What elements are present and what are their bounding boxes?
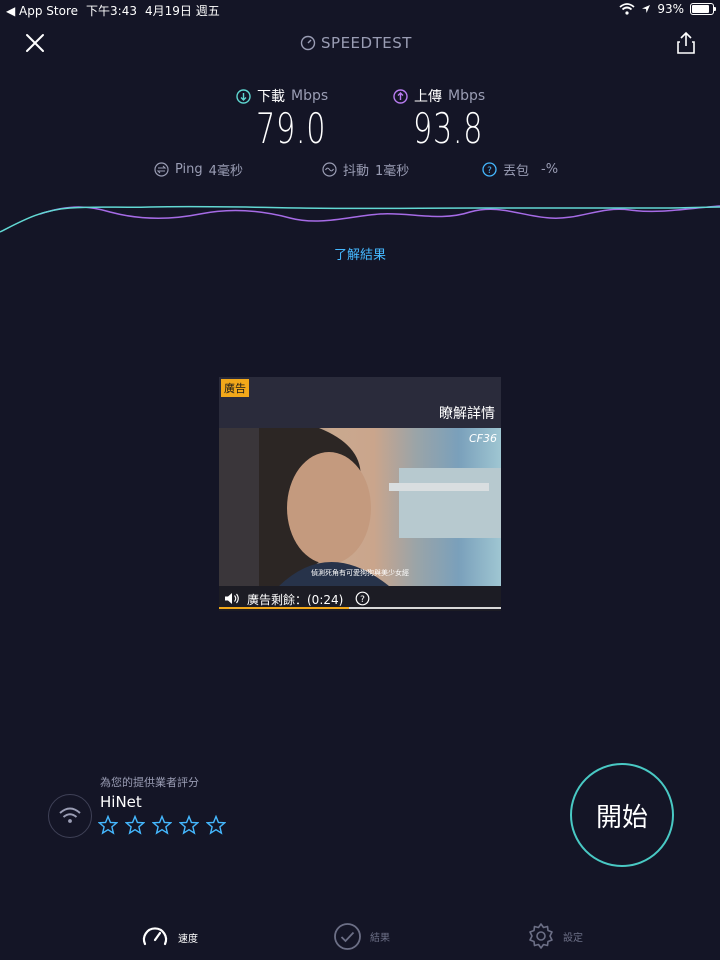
status-date: 4月19日 週五	[144, 4, 220, 18]
upload-unit: Mbps	[448, 88, 486, 104]
download-unit: Mbps	[291, 88, 329, 104]
tab-settings-label: 設定	[563, 932, 583, 944]
status-time: 下午3:43	[86, 4, 137, 18]
battery-icon	[690, 3, 716, 15]
learn-results-link[interactable]: 了解結果	[0, 244, 720, 263]
tab-settings[interactable]: 設定	[527, 922, 583, 950]
ad-brand-logo: CF36	[468, 432, 497, 445]
speed-graph	[0, 205, 720, 233]
share-icon[interactable]	[674, 30, 698, 56]
star-icon[interactable]	[98, 815, 118, 835]
ad-subtitle: 偵測死角有可愛狗狗與美少女經	[311, 569, 409, 577]
ping-label: Ping	[175, 162, 203, 177]
speedtest-logo-icon	[300, 35, 316, 51]
speed-gauge-icon	[142, 927, 168, 946]
ad-badge: 廣告	[221, 379, 249, 397]
volume-icon[interactable]	[224, 592, 240, 605]
upload-label: 上傳	[414, 89, 442, 105]
app-title: SPEEDTEST	[300, 34, 420, 52]
jitter-value: 1毫秒	[375, 164, 410, 179]
download-label: 下載	[257, 89, 285, 105]
location-arrow-icon	[642, 5, 651, 13]
jitter-label: 抖動	[343, 164, 370, 179]
check-circle-icon	[334, 923, 361, 950]
ad-video-person-image	[219, 428, 501, 586]
upload-value: 93.8	[413, 104, 484, 153]
help-icon[interactable]: ?	[482, 162, 497, 177]
ad-learn-more-button[interactable]: 瞭解詳情	[439, 403, 495, 423]
star-icon[interactable]	[179, 815, 199, 835]
packet-loss-value: -%	[541, 162, 559, 177]
packet-loss-stat[interactable]: ? 丟包 -%	[482, 160, 558, 179]
back-to-app-store-link[interactable]: ◀ App Store	[6, 4, 78, 18]
svg-text:?: ?	[360, 595, 365, 605]
tab-results-label: 結果	[370, 933, 390, 944]
tab-speed[interactable]: 速度	[140, 922, 198, 952]
provider-rating-caption: 為您的提供業者評分	[100, 776, 199, 789]
packet-loss-label: 丟包	[503, 164, 530, 179]
battery-percentage: 93%	[657, 2, 684, 16]
tab-results[interactable]: 結果	[333, 922, 390, 951]
close-icon[interactable]	[22, 30, 48, 56]
star-icon[interactable]	[152, 815, 172, 835]
provider-wifi-icon	[48, 794, 92, 838]
upload-arrow-icon	[393, 88, 408, 104]
ping-value: 4毫秒	[208, 164, 243, 179]
gear-icon	[529, 923, 553, 949]
svg-text:?: ?	[487, 166, 492, 176]
start-test-button[interactable]: 開始	[570, 763, 674, 867]
app-title-text: SPEEDTEST	[321, 34, 412, 52]
provider-name: HiNet	[100, 793, 142, 811]
ping-stat: Ping 4毫秒	[154, 160, 243, 179]
download-graph-line	[0, 205, 720, 233]
ad-video-frame[interactable]: CF36 偵測死角有可愛狗狗與美少女經	[219, 428, 501, 586]
download-header: 下載 Mbps	[236, 86, 328, 106]
star-icon[interactable]	[206, 815, 226, 835]
ad-remaining-time: 廣告剩餘：(0:24)	[247, 593, 344, 607]
ad-info-icon[interactable]: ?	[355, 591, 370, 606]
wifi-icon	[619, 3, 635, 15]
download-value: 79.0	[256, 104, 327, 153]
rating-stars[interactable]	[98, 815, 226, 835]
upload-header: 上傳 Mbps	[393, 86, 485, 106]
ping-icon	[154, 162, 169, 177]
star-icon[interactable]	[125, 815, 145, 835]
jitter-stat: 抖動 1毫秒	[322, 160, 409, 179]
download-arrow-icon	[236, 88, 251, 104]
status-bar: ◀ App Store 下午3:43 4月19日 週五 93%	[0, 0, 720, 20]
jitter-icon	[322, 162, 337, 177]
video-ad[interactable]: 廣告 瞭解詳情 CF36 偵測死角有可愛狗狗與美少女經 廣告剩餘：(0:24) …	[219, 377, 501, 611]
tab-speed-label: 速度	[178, 933, 198, 945]
ad-progress-bar	[219, 607, 501, 609]
